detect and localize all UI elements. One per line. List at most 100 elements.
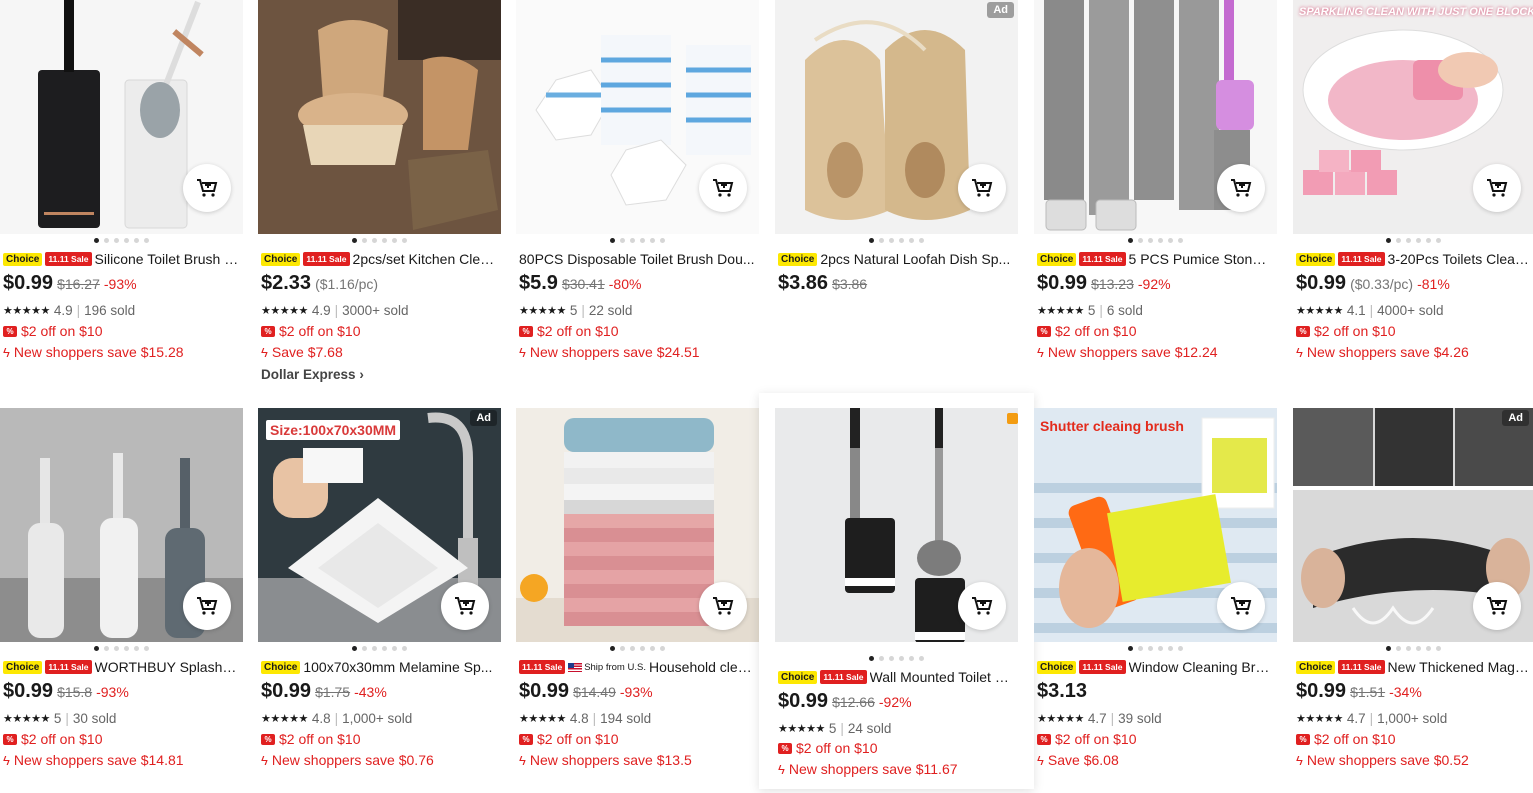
cart-plus-icon [197,179,218,197]
add-to-cart-button[interactable] [699,582,747,630]
product-title-line[interactable]: Choice 11.11 Sale WORTHBUY Splash P... [3,658,240,676]
price-line: $0.99 $1.51 -34% [1296,680,1422,703]
rating-value: 4.9 [53,303,73,318]
product-title[interactable]: 80PCS Disposable Toilet Brush Dou... [519,251,755,267]
sold-count: 1,000+ sold [1377,711,1448,726]
image-carousel-dots[interactable] [258,646,501,651]
add-to-cart-button[interactable] [1217,582,1265,630]
product-title[interactable]: WORTHBUY Splash P... [95,659,240,675]
original-price: $15.8 [57,684,93,700]
product-card[interactable]: Choice 11.11 Sale Silicone Toilet Brush … [0,0,243,385]
image-carousel-dots[interactable] [1034,646,1277,651]
product-title-line[interactable]: 80PCS Disposable Toilet Brush Dou... [519,250,756,268]
add-to-cart-button[interactable] [1473,582,1521,630]
product-title[interactable]: 3-20Pcs Toilets Cleani... [1388,251,1530,267]
product-title-line[interactable]: Choice 11.11 Sale Silicone Toilet Brush … [3,250,240,268]
promo-banner-text: SPARKLING CLEAN WITH JUST ONE BLOCK ! [1299,6,1533,18]
product-title-line[interactable]: Choice 11.11 Sale Window Cleaning Bru... [1037,658,1274,676]
image-carousel-dots[interactable] [516,238,759,243]
product-grid: Choice 11.11 Sale Silicone Toilet Brush … [0,0,1533,789]
coupon-icon: % [1296,733,1310,745]
sold-count: 24 sold [847,721,892,736]
price: $2.33 [261,272,312,294]
rating-value: 4.1 [1346,303,1366,318]
product-card[interactable]: Choice 11.11 Sale 2pcs/set Kitchen Clea.… [258,0,501,385]
product-title-line[interactable]: Choice 11.11 Sale 2pcs/set Kitchen Clea.… [261,250,498,268]
coupon-icon: % [1037,733,1051,745]
product-title[interactable]: 2pcs/set Kitchen Clea... [353,251,498,267]
product-title[interactable]: New Thickened Magic... [1388,659,1530,675]
promo: ϟ New shoppers save $14.81 [3,752,184,768]
store-link[interactable]: Dollar Express › [261,367,364,382]
rating-value: 4.9 [311,303,331,318]
lightning-icon: ϟ [519,752,526,768]
image-carousel-dots[interactable] [775,656,1018,661]
image-carousel-dots[interactable] [258,238,501,243]
add-to-cart-button[interactable] [441,582,489,630]
coupon: % $2 off on $10 [3,323,102,339]
original-price: $16.27 [57,276,100,292]
product-title[interactable]: Household clea... [649,659,756,675]
product-title-line[interactable]: Choice 11.11 Sale 5 PCS Pumice Stone ... [1037,250,1274,268]
promo: ϟ New shoppers save $0.76 [261,752,434,768]
price: $5.9 [519,272,558,294]
image-carousel-dots[interactable] [0,646,243,651]
star-rating-icon: ★★★★★ [261,305,308,317]
product-card[interactable]: Size:100x70x30MM Ad Choice 100x70x30mm M… [258,408,501,793]
rating-value: 4.8 [311,711,331,726]
product-card[interactable]: Choice 11.11 Sale WORTHBUY Splash P... $… [0,408,243,793]
promo: ϟ New shoppers save $24.51 [519,344,700,360]
promo-text: New shoppers save $12.24 [1047,344,1218,360]
add-to-cart-button[interactable] [1473,164,1521,212]
image-carousel-dots[interactable] [0,238,243,243]
product-card[interactable]: Choice 11.11 Sale Wall Mounted Toilet B.… [759,393,1034,789]
rating-line: ★★★★★ 4.1 | 4000+ sold [1296,303,1444,318]
coupon-text: $2 off on $10 [1314,731,1396,747]
image-carousel-dots[interactable] [775,238,1018,243]
coupon-text: $2 off on $10 [537,731,619,747]
sold-count: 22 sold [588,303,633,318]
star-rating-icon: ★★★★★ [3,305,50,317]
add-to-cart-button[interactable] [699,164,747,212]
add-to-cart-button[interactable] [958,164,1006,212]
image-carousel-dots[interactable] [1034,238,1277,243]
price: $0.99 [1296,272,1347,294]
product-title-line[interactable]: Choice 11.11 Sale Wall Mounted Toilet B.… [778,668,1015,686]
add-to-cart-button[interactable] [1217,164,1265,212]
image-carousel-dots[interactable] [1293,238,1533,243]
product-title-line[interactable]: Choice 100x70x30mm Melamine Sp... [261,658,498,676]
product-title[interactable]: Silicone Toilet Brush S... [95,251,240,267]
image-carousel-dots[interactable] [516,646,759,651]
coupon-text: $2 off on $10 [21,731,103,747]
product-title[interactable]: 100x70x30mm Melamine Sp... [303,659,492,675]
discount: -92% [878,694,912,710]
lightning-icon: ϟ [1037,344,1044,360]
price-line: $0.99 $1.75 -43% [261,680,387,703]
product-title[interactable]: 2pcs Natural Loofah Dish Sp... [820,251,1010,267]
coupon: % $2 off on $10 [1037,731,1136,747]
product-title-line[interactable]: Choice 11.11 Sale New Thickened Magic... [1296,658,1530,676]
cart-plus-icon [197,597,218,615]
product-title-line[interactable]: Choice 11.11 Sale 3-20Pcs Toilets Cleani… [1296,250,1530,268]
product-title-line[interactable]: 11.11 Sale Ship from U.S. Household clea… [519,658,756,676]
product-title-line[interactable]: Choice 2pcs Natural Loofah Dish Sp... [778,250,1015,268]
product-card[interactable]: 80PCS Disposable Toilet Brush Dou... $5.… [516,0,759,385]
coupon: % $2 off on $10 [1037,323,1136,339]
image-carousel-dots[interactable] [1293,646,1533,651]
product-title[interactable]: Window Cleaning Bru... [1129,659,1274,675]
product-card[interactable]: 11.11 Sale Ship from U.S. Household clea… [516,408,759,793]
product-card[interactable]: SPARKLING CLEAN WITH JUST ONE BLOCK ! Ch… [1293,0,1533,385]
product-card[interactable]: Ad Choice 2pcs Natural Loofah Dish Sp...… [775,0,1018,385]
wooden-brush-image[interactable] [258,0,501,234]
add-to-cart-button[interactable] [958,582,1006,630]
product-card[interactable]: Choice 11.11 Sale 5 PCS Pumice Stone ...… [1034,0,1277,385]
original-price: $1.75 [315,684,351,700]
rating-line: ★★★★★ 4.7 | 1,000+ sold [1296,711,1448,726]
add-to-cart-button[interactable] [183,582,231,630]
product-card[interactable]: Shutter cleaing brush Choice 11.11 Sale … [1034,408,1277,793]
rating-line: ★★★★★ 4.9 | 196 sold [3,303,136,318]
product-card[interactable]: Ad Choice 11.11 Sale New Thickened Magic… [1293,408,1533,793]
add-to-cart-button[interactable] [183,164,231,212]
product-title[interactable]: Wall Mounted Toilet B... [870,669,1015,685]
product-title[interactable]: 5 PCS Pumice Stone ... [1129,251,1274,267]
